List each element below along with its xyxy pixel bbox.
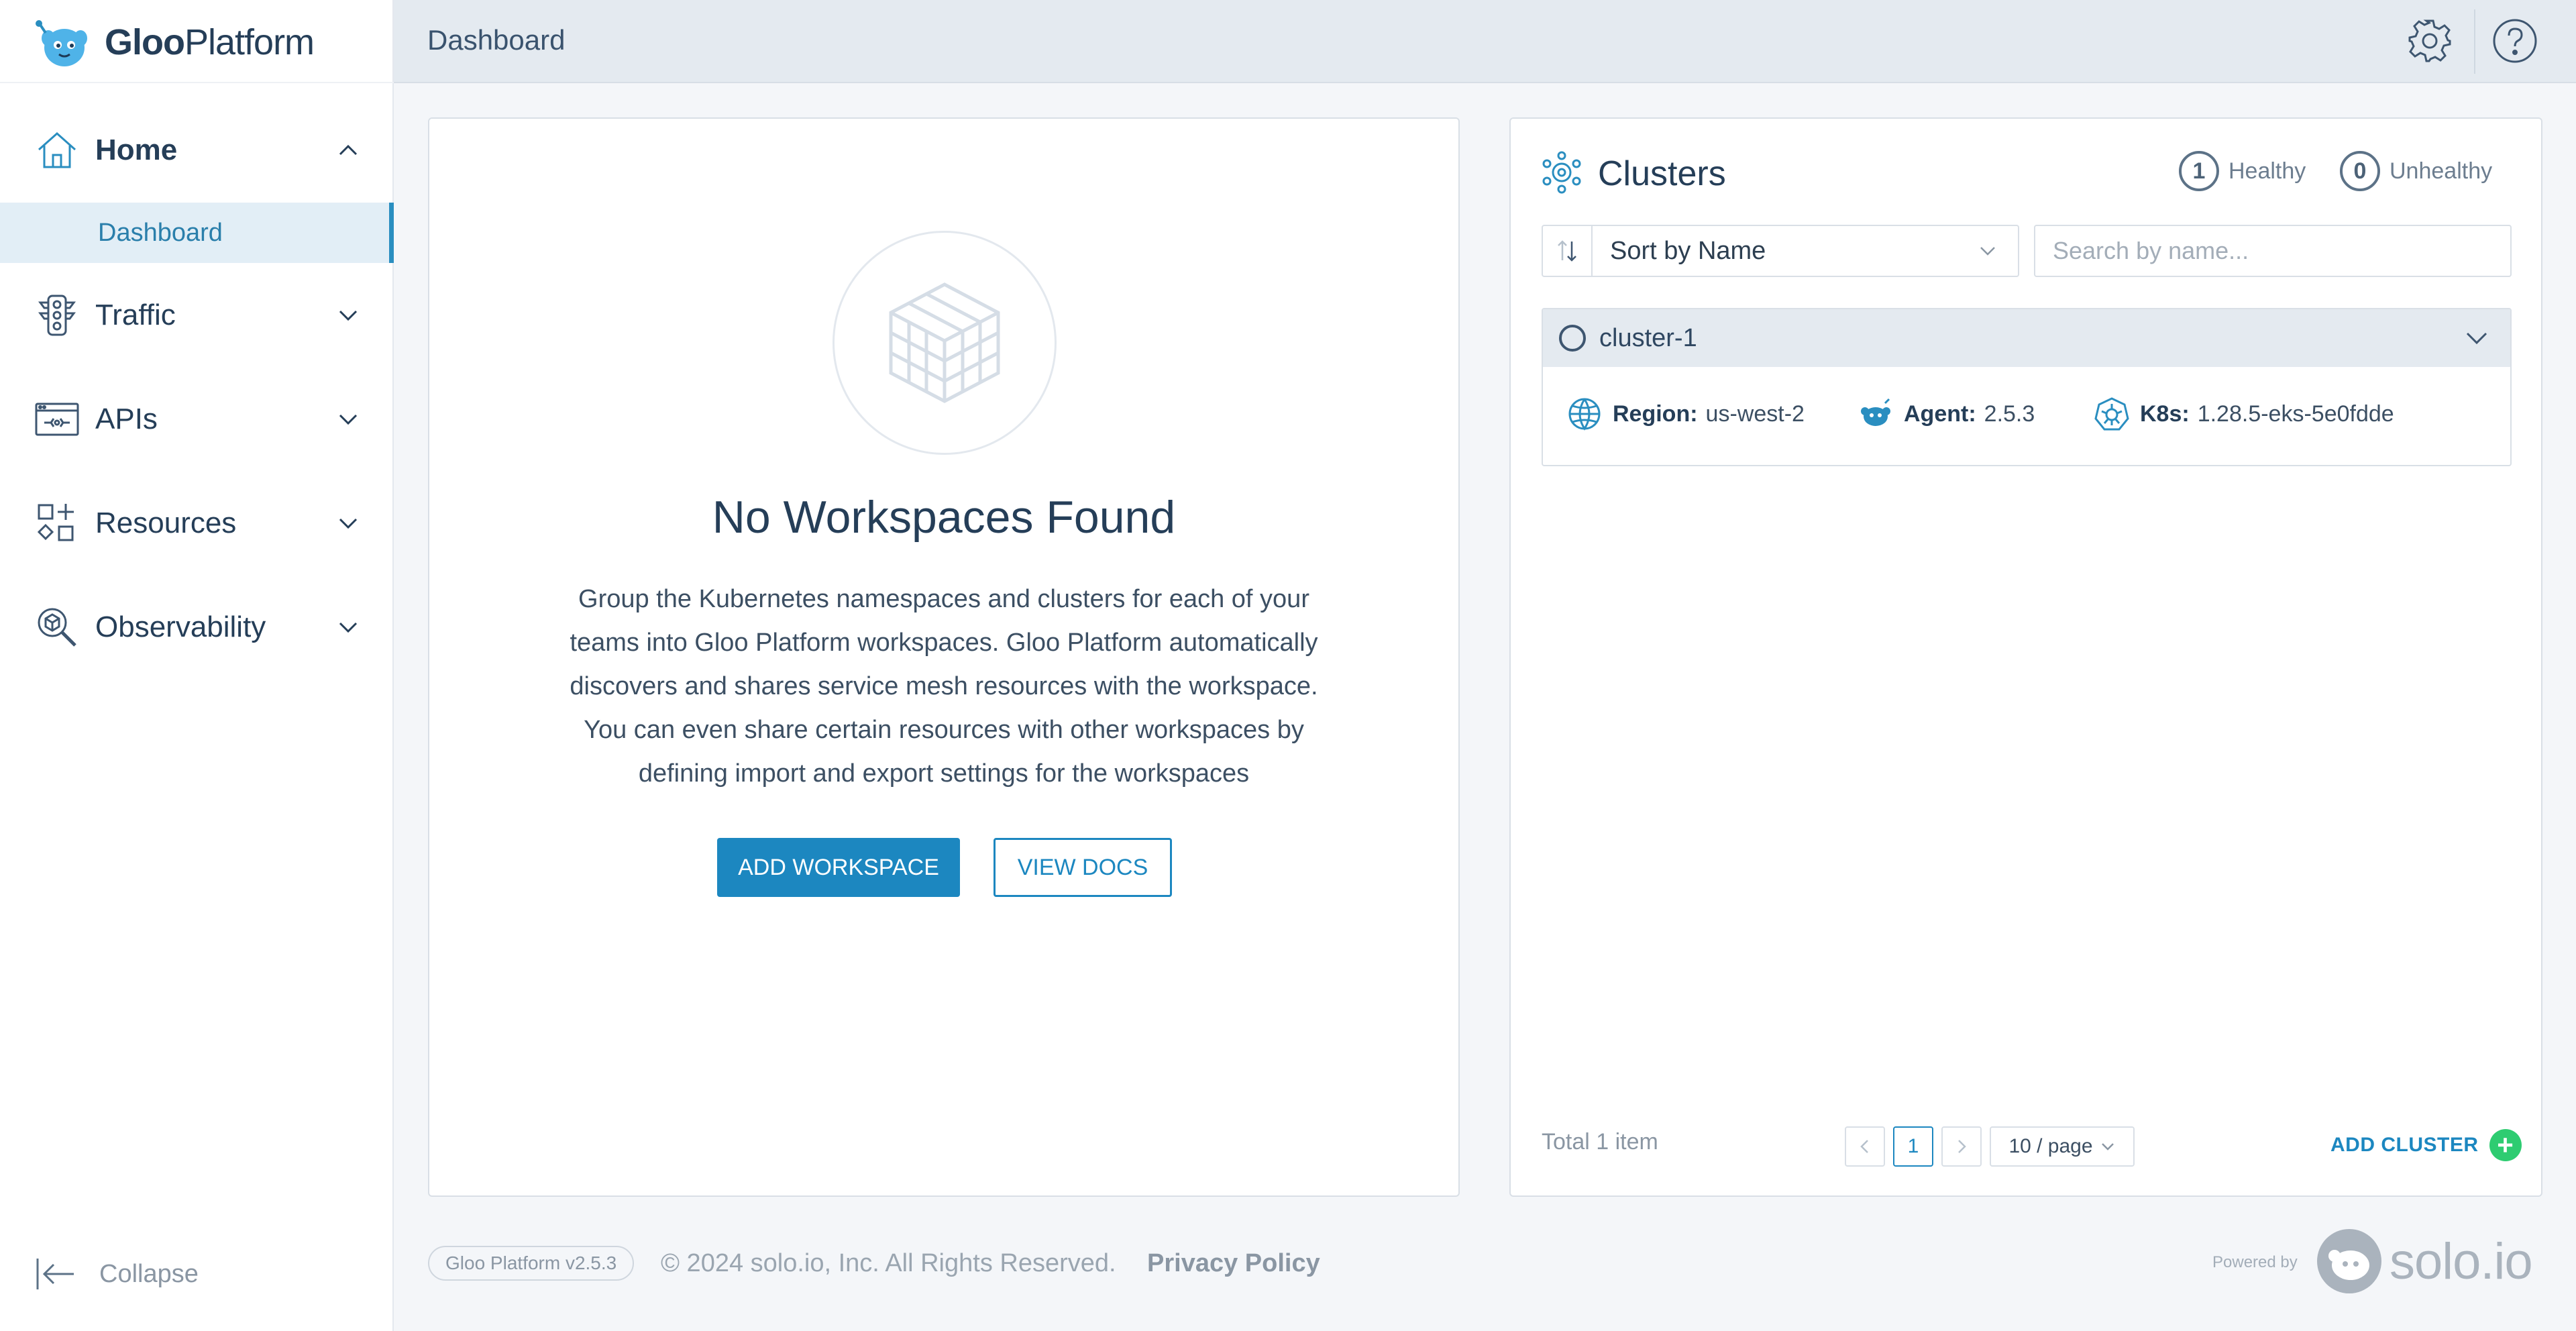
chevron-down-icon: [1978, 241, 1998, 261]
sort-direction-button[interactable]: [1543, 226, 1593, 276]
sidebar-item-label: Traffic: [95, 299, 176, 331]
unhealthy-count-badge: 0: [2340, 151, 2380, 191]
sidebar-item-traffic[interactable]: Traffic: [0, 282, 394, 349]
question-mark-icon: [2491, 17, 2539, 65]
api-icon: [35, 397, 79, 441]
chevron-down-icon: [336, 407, 360, 431]
page-size-value: 10 / page: [2008, 1135, 2093, 1157]
unhealthy-count: 0 Unhealthy: [2340, 151, 2492, 191]
sidebar-item-label: Resources: [95, 507, 237, 539]
cluster-list-item: cluster-1 Region: us-west-2 Agent: 2.5.3…: [1542, 308, 2512, 466]
pagination-next[interactable]: [1941, 1126, 1982, 1167]
privacy-policy-link[interactable]: Privacy Policy: [1147, 1249, 1320, 1278]
collapse-label: Collapse: [99, 1259, 199, 1288]
cube-icon: [884, 279, 1005, 407]
cluster-search-input[interactable]: [2034, 225, 2512, 277]
plus-icon: +: [2489, 1129, 2522, 1161]
resources-icon: [35, 501, 79, 545]
empty-state-title: No Workspaces Found: [712, 492, 1176, 543]
k8s-key: K8s:: [2140, 401, 2190, 427]
copyright-text: © 2024 solo.io, Inc. All Rights Reserved…: [661, 1249, 1116, 1277]
chevron-down-icon: [336, 303, 360, 327]
powered-by-label: Powered by: [2212, 1253, 2298, 1271]
logo-divider: [0, 82, 394, 83]
agent-key: Agent:: [1904, 401, 1976, 427]
sidebar-item-apis[interactable]: APIs: [0, 386, 394, 453]
home-icon: [35, 128, 79, 172]
sidebar-item-observability[interactable]: Observability: [0, 594, 394, 661]
pagination-page-1[interactable]: 1: [1893, 1126, 1933, 1167]
unhealthy-label: Unhealthy: [2390, 158, 2493, 184]
topbar-divider: [2474, 9, 2475, 74]
chevron-down-icon: [336, 511, 360, 535]
add-cluster-button[interactable]: ADD CLUSTER +: [2330, 1125, 2522, 1165]
pagination-prev[interactable]: [1845, 1126, 1885, 1167]
cluster-row-header[interactable]: cluster-1: [1543, 309, 2510, 367]
solo-mascot-icon: [2316, 1228, 2383, 1295]
healthy-count: 1 Healthy: [2179, 151, 2306, 191]
workspaces-card: No Workspaces Found Group the Kubernetes…: [428, 117, 1460, 1197]
sort-arrows-icon: [1554, 237, 1580, 264]
sort-select-value: Sort by Name: [1610, 236, 1766, 265]
agent-mascot-icon: [1858, 396, 1893, 431]
top-bar: Dashboard: [394, 0, 2576, 83]
status-ring-icon: [1559, 325, 1586, 352]
chevron-left-icon: [1856, 1138, 1874, 1155]
sidebar: GlooPlatform Home Dashboard Traffic APIs…: [0, 0, 394, 1331]
globe-icon: [1567, 396, 1602, 431]
chevron-up-icon: [336, 138, 360, 162]
cluster-region: Region: us-west-2: [1567, 396, 1805, 431]
add-workspace-button[interactable]: ADD WORKSPACE: [717, 838, 960, 897]
version-badge: Gloo Platform v2.5.3: [428, 1246, 635, 1281]
cluster-k8s-version: K8s: 1.28.5-eks-5e0fdde: [2094, 396, 2394, 431]
agent-value: 2.5.3: [1984, 401, 2035, 427]
collapse-arrow-icon: [35, 1253, 76, 1295]
k8s-value: 1.28.5-eks-5e0fdde: [2197, 401, 2394, 427]
region-key: Region:: [1613, 401, 1698, 427]
chevron-down-icon: [2463, 325, 2490, 352]
sidebar-item-label: Observability: [95, 610, 266, 643]
cluster-name: cluster-1: [1599, 323, 1697, 352]
help-button[interactable]: [2491, 17, 2539, 65]
settings-button[interactable]: [2406, 17, 2454, 65]
gear-icon: [2406, 17, 2454, 65]
observability-icon: [35, 605, 79, 649]
traffic-light-icon: [35, 293, 79, 337]
gloo-logo[interactable]: GlooPlatform: [34, 9, 315, 75]
cluster-agent: Agent: 2.5.3: [1858, 396, 2035, 431]
add-cluster-label: ADD CLUSTER: [2330, 1134, 2479, 1156]
cluster-icon: [1540, 151, 1583, 194]
kubernetes-icon: [2094, 396, 2129, 431]
sidebar-item-home[interactable]: Home: [0, 117, 394, 184]
page-title: Dashboard: [427, 24, 566, 56]
clusters-title: Clusters: [1598, 154, 1726, 193]
sidebar-item-label: APIs: [95, 403, 158, 435]
sidebar-subitem-dashboard[interactable]: Dashboard: [0, 203, 394, 263]
sidebar-item-resources[interactable]: Resources: [0, 490, 394, 557]
solo-logo: solo.io: [2316, 1228, 2533, 1295]
chevron-down-icon: [336, 615, 360, 639]
cluster-details: Region: us-west-2 Agent: 2.5.3 K8s: 1.28…: [1543, 367, 2510, 465]
healthy-count-badge: 1: [2179, 151, 2219, 191]
gloo-mascot-icon: [34, 15, 95, 69]
page-size-select[interactable]: 10 / page: [1990, 1126, 2135, 1167]
empty-state-description: Group the Kubernetes namespaces and clus…: [570, 585, 1318, 788]
region-value: us-west-2: [1705, 401, 1805, 427]
total-items: Total 1 item: [1542, 1129, 1658, 1155]
collapse-button[interactable]: Collapse: [35, 1252, 199, 1296]
logo-text: GlooPlatform: [105, 22, 315, 62]
empty-state-illustration: [833, 231, 1057, 455]
chevron-right-icon: [1953, 1138, 1970, 1155]
view-docs-button[interactable]: VIEW DOCS: [994, 838, 1172, 897]
healthy-label: Healthy: [2229, 158, 2306, 184]
solo-brand-text: solo.io: [2390, 1232, 2533, 1290]
sidebar-item-label: Home: [95, 134, 178, 166]
sort-control: Sort by Name: [1542, 225, 2019, 277]
chevron-down-icon: [2100, 1138, 2116, 1155]
sort-select[interactable]: Sort by Name: [1593, 226, 2018, 276]
clusters-card: Clusters 1 Healthy 0 Unhealthy Sort by N…: [1509, 117, 2542, 1197]
